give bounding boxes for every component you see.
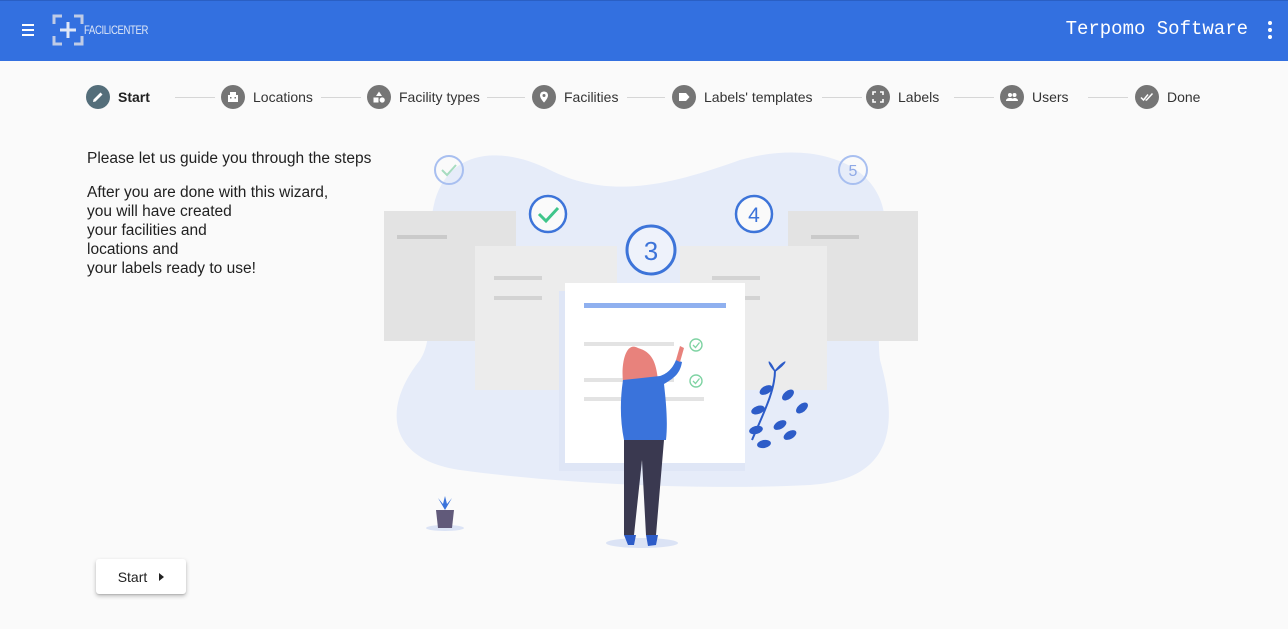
double-check-icon [1135, 85, 1159, 109]
wizard-stepper: Start Locations Facility types Facilitie… [86, 84, 1206, 110]
shapes-icon [367, 85, 391, 109]
more-vert-icon[interactable] [1266, 19, 1274, 41]
intro-line: your labels ready to use! [87, 260, 256, 277]
step-label: Facility types [399, 89, 480, 105]
step-label: Start [118, 89, 150, 105]
start-button-label: Start [117, 568, 148, 585]
map-pin-icon [532, 85, 556, 109]
intro-description: After you are done with this wizard, you… [87, 183, 371, 278]
step-connector [1088, 97, 1128, 98]
label-icon [672, 85, 696, 109]
intro-line: After you are done with this wizard, [87, 184, 329, 201]
logo-text: FACILICENTER [84, 23, 149, 37]
company-name: Terpomo Software [1065, 18, 1248, 40]
step-connector [822, 97, 862, 98]
step-labels[interactable]: Labels [866, 84, 939, 110]
step-start[interactable]: Start [86, 84, 150, 110]
step-connector [627, 97, 665, 98]
wizard-illustration: 5 4 3 [384, 152, 918, 548]
caret-right-icon [159, 572, 165, 581]
step-label: Locations [253, 89, 313, 105]
step-labels-templates[interactable]: Labels' templates [672, 84, 813, 110]
step-connector [175, 97, 215, 98]
step-label: Users [1032, 89, 1069, 105]
intro-line: you will have created [87, 203, 232, 220]
menu-icon[interactable] [18, 19, 40, 41]
step-facility-types[interactable]: Facility types [367, 84, 480, 110]
step-users[interactable]: Users [1000, 84, 1069, 110]
step-connector [487, 97, 525, 98]
scan-frame-icon [866, 85, 890, 109]
intro-line: your facilities and [87, 222, 207, 239]
step-connector [954, 97, 994, 98]
app-bar: FACILICENTER Terpomo Software [0, 0, 1288, 61]
step-locations[interactable]: Locations [221, 84, 313, 110]
intro-text: Please let us guide you through the step… [87, 149, 371, 278]
intro-line: locations and [87, 241, 179, 258]
number-3: 3 [644, 236, 658, 266]
step-label: Labels' templates [704, 89, 813, 105]
start-button[interactable]: Start [96, 559, 186, 594]
step-label: Labels [898, 89, 940, 105]
step-facilities[interactable]: Facilities [532, 84, 618, 110]
people-icon [1000, 85, 1024, 109]
step-label: Facilities [564, 89, 619, 105]
step-done[interactable]: Done [1135, 84, 1200, 110]
step-label: Done [1167, 89, 1201, 105]
building-icon [221, 85, 245, 109]
intro-heading: Please let us guide you through the step… [87, 150, 372, 167]
number-4: 4 [748, 204, 760, 227]
pencil-icon [86, 85, 110, 109]
number-5: 5 [849, 163, 858, 180]
step-connector [321, 97, 361, 98]
